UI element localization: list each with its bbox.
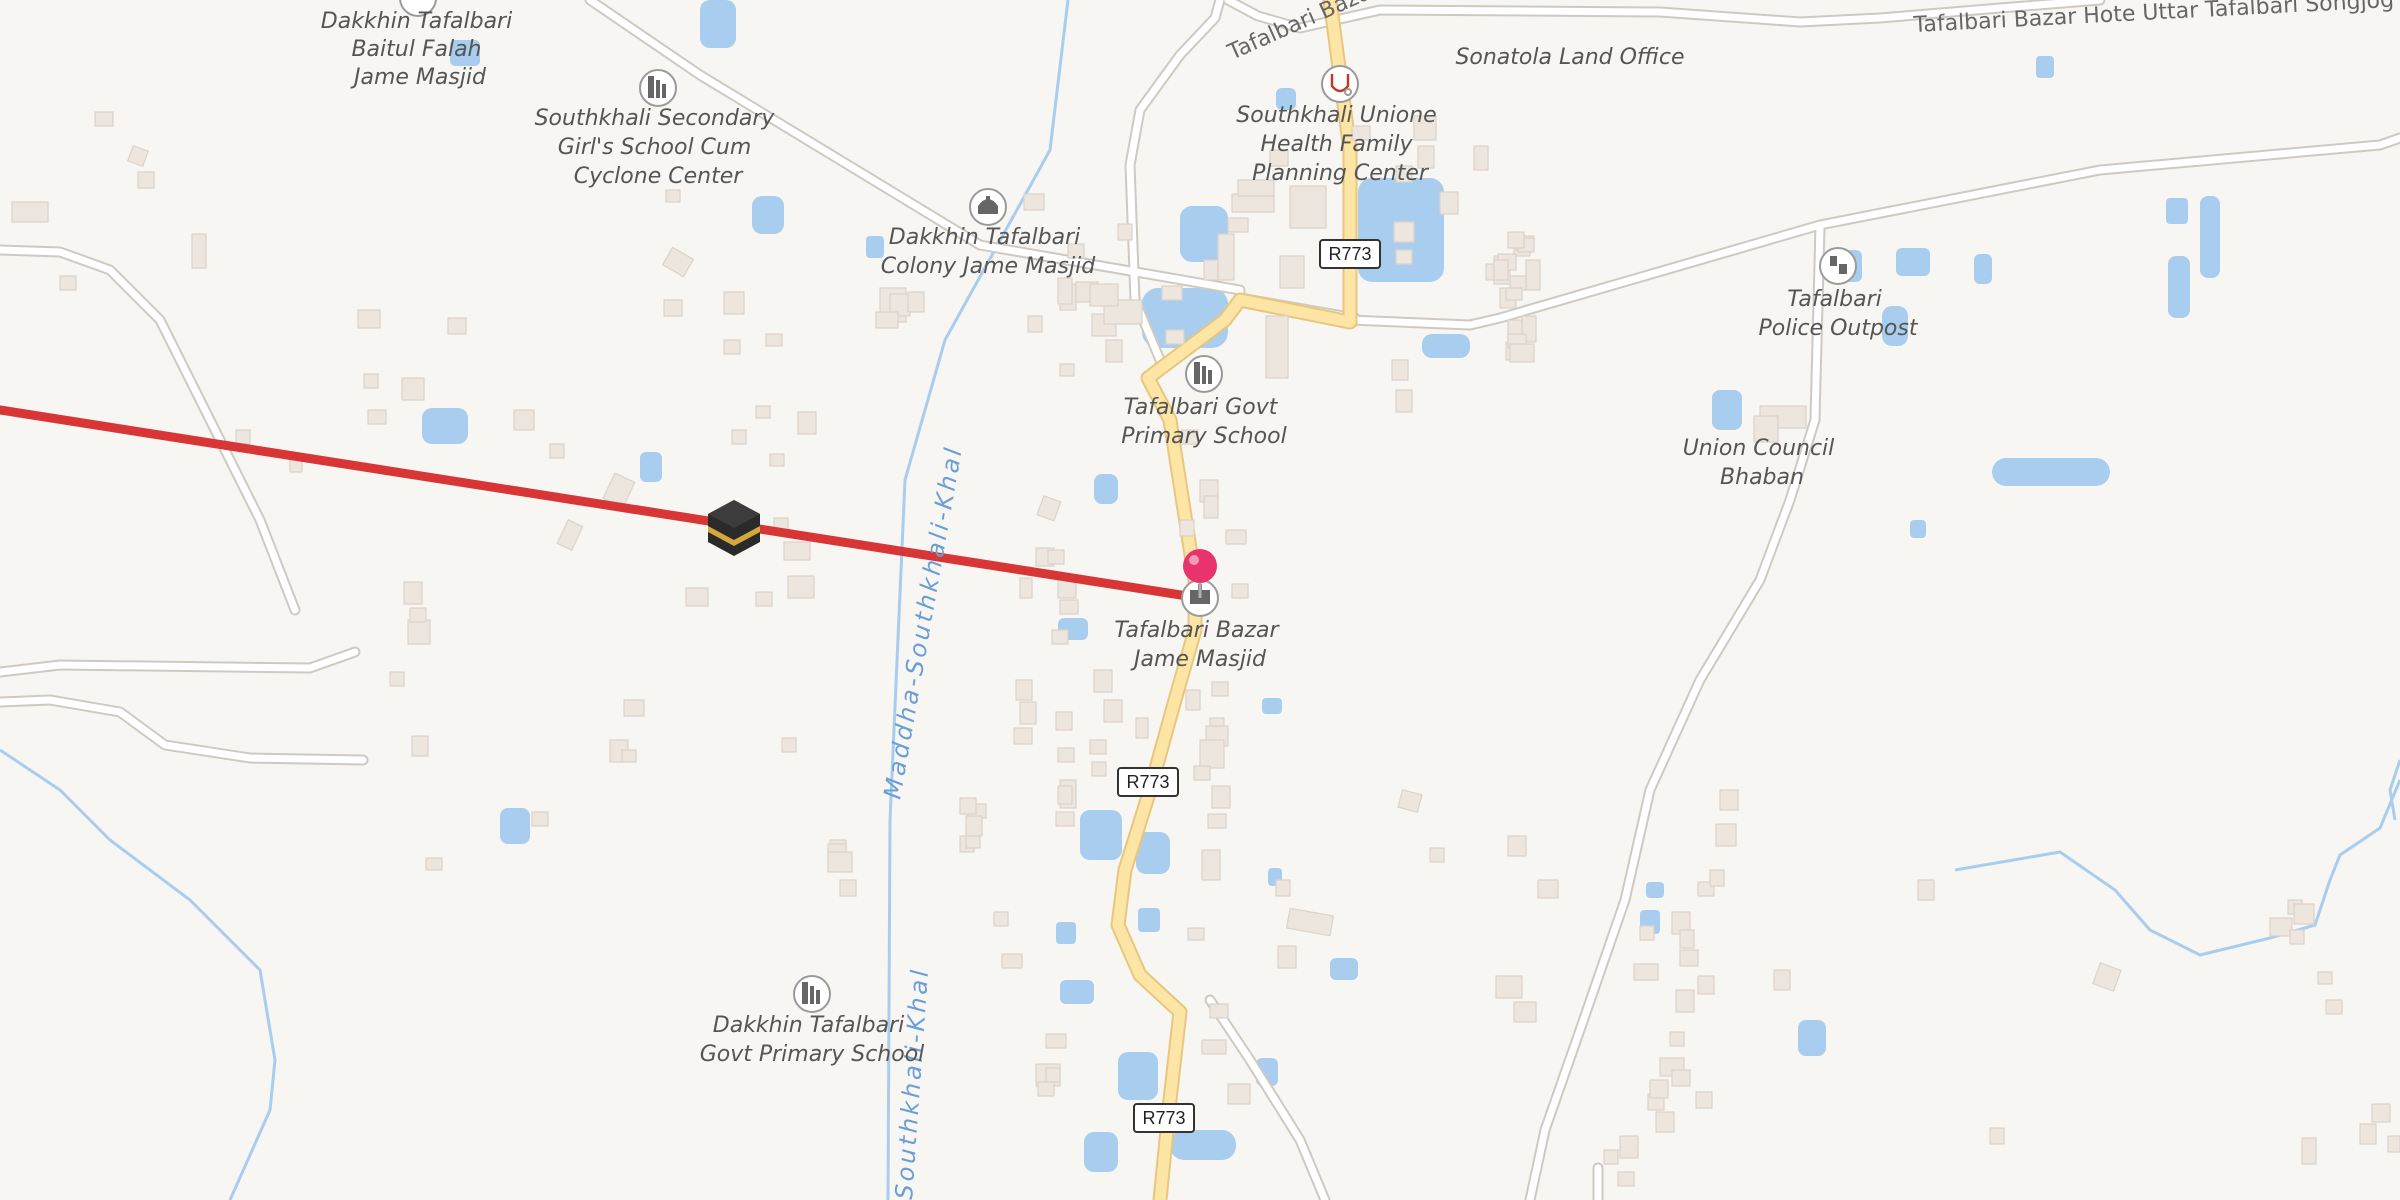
route-line xyxy=(0,405,1205,603)
stethoscope-icon[interactable] xyxy=(1321,65,1359,103)
poi-label-baitul-mosque: Dakkhin Tafalbari Baitul Falah Jame Masj… xyxy=(321,9,519,90)
svg-text:R773: R773 xyxy=(1142,1108,1185,1128)
poi-label-dakkhin-school: Dakkhin Tafalbari Govt Primary School xyxy=(700,1013,925,1067)
police-icon[interactable] xyxy=(1819,247,1857,285)
map-canvas[interactable]: Tafalbari Bazar Hote Uttar Tafalbari Son… xyxy=(0,0,2400,1200)
road-shield-r773-3: R773 xyxy=(1133,1103,1195,1133)
school-icon[interactable] xyxy=(793,975,831,1013)
road-shield-r773-2: R773 xyxy=(1117,767,1179,797)
creek-left xyxy=(0,748,277,1200)
poi-label-union-council: Union Council Bhaban xyxy=(1683,436,1842,490)
svg-text:R773: R773 xyxy=(1328,244,1371,264)
poi-label-girls-school: Southkhali Secondary Girl's School Cum C… xyxy=(535,106,782,189)
school-icon[interactable] xyxy=(639,69,677,107)
poi-label-govt-primary-school: Tafalbari Govt Primary School xyxy=(1121,395,1286,449)
creek-right xyxy=(1954,779,2400,957)
poi-label-health-center: Southkhali Unione Health Family Planning… xyxy=(1236,103,1443,186)
svg-text:R773: R773 xyxy=(1126,772,1169,792)
mosque-icon[interactable] xyxy=(969,188,1007,226)
poi-label-bazar-mosque: Tafalbari Bazar Jame Masjid xyxy=(1114,618,1285,672)
poi-label-sonatola-land-office: Sonatola Land Office xyxy=(1455,45,1684,70)
road-shield-r773-1: R773 xyxy=(1319,239,1381,269)
waterway-label-canal: Maddha-Southkhali-Khal xyxy=(878,443,968,801)
waterway-label-canal-bottom: Southkhali-Khal xyxy=(890,966,934,1200)
school-icon[interactable] xyxy=(1185,355,1223,393)
kaaba-icon[interactable] xyxy=(708,500,760,556)
